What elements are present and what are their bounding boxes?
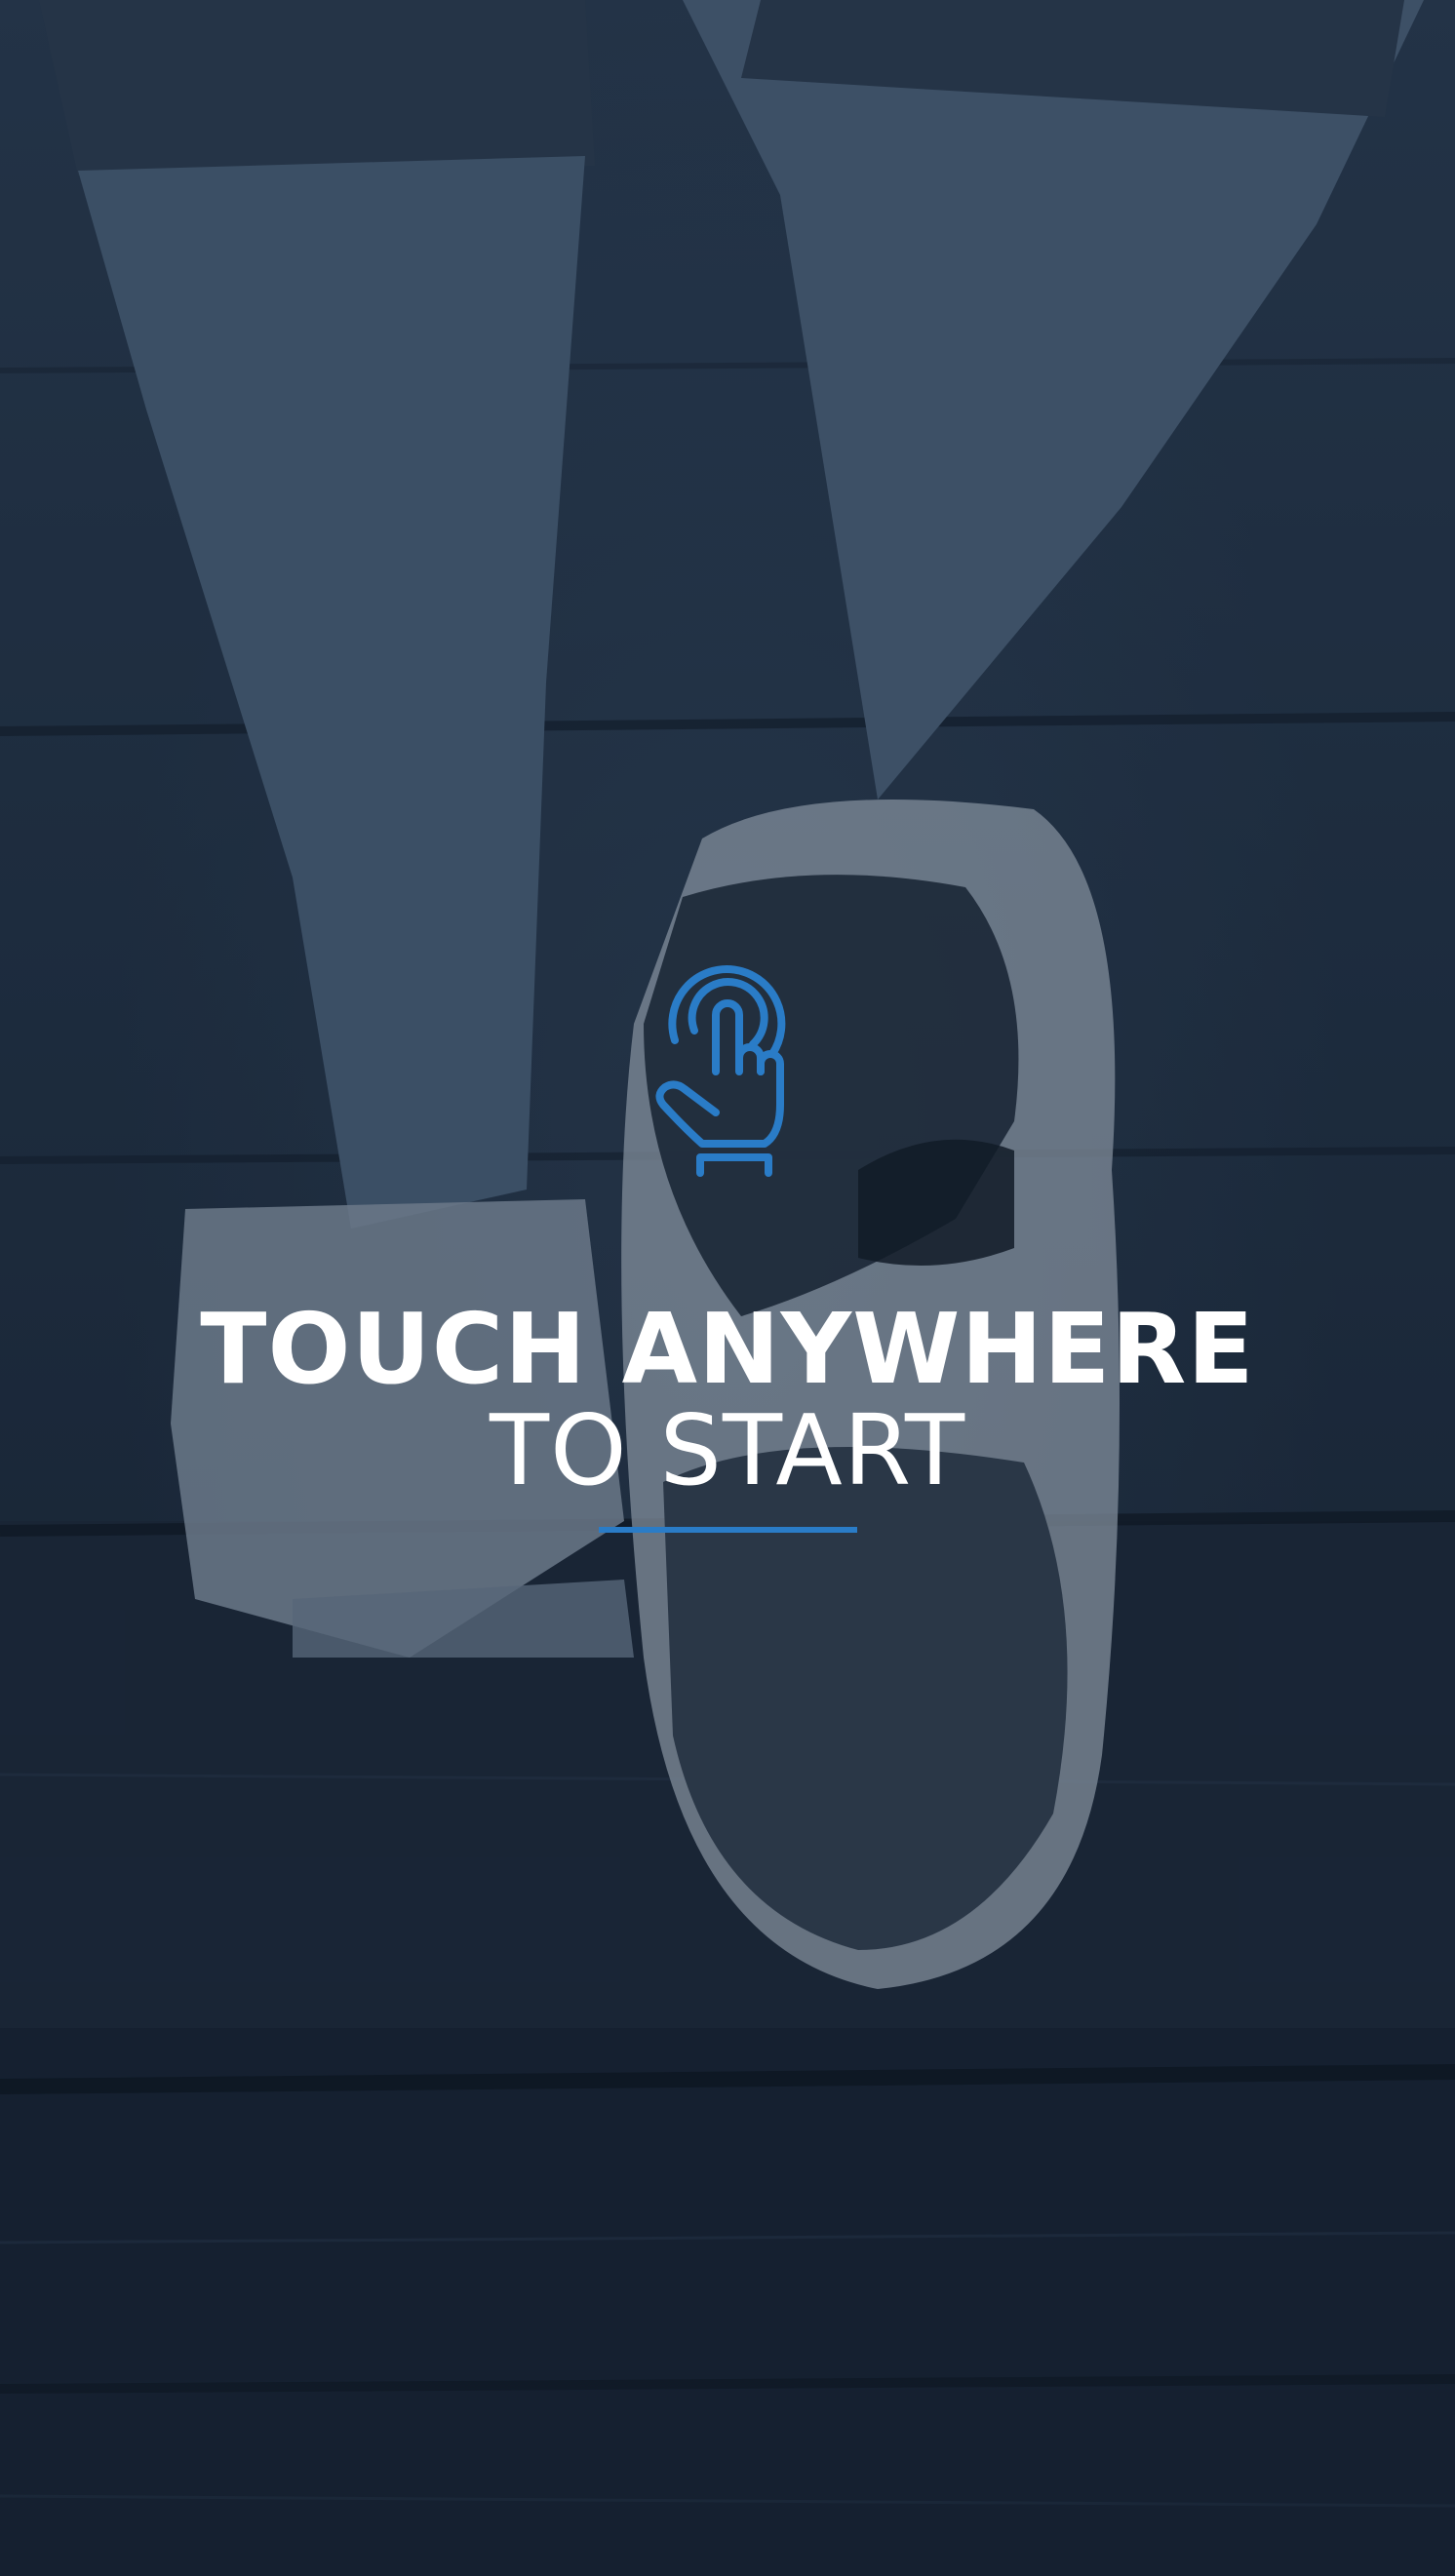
start-screen[interactable]: TOUCH ANYWHERE TO START: [0, 0, 1455, 2576]
tap-gesture-icon: [655, 965, 786, 1177]
accent-underline: [598, 1527, 857, 1533]
touch-to-start-prompt[interactable]: TOUCH ANYWHERE TO START: [0, 951, 1455, 1533]
subtitle-to-start: TO START: [489, 1393, 966, 1507]
title-touch-anywhere: TOUCH ANYWHERE: [200, 1292, 1255, 1406]
